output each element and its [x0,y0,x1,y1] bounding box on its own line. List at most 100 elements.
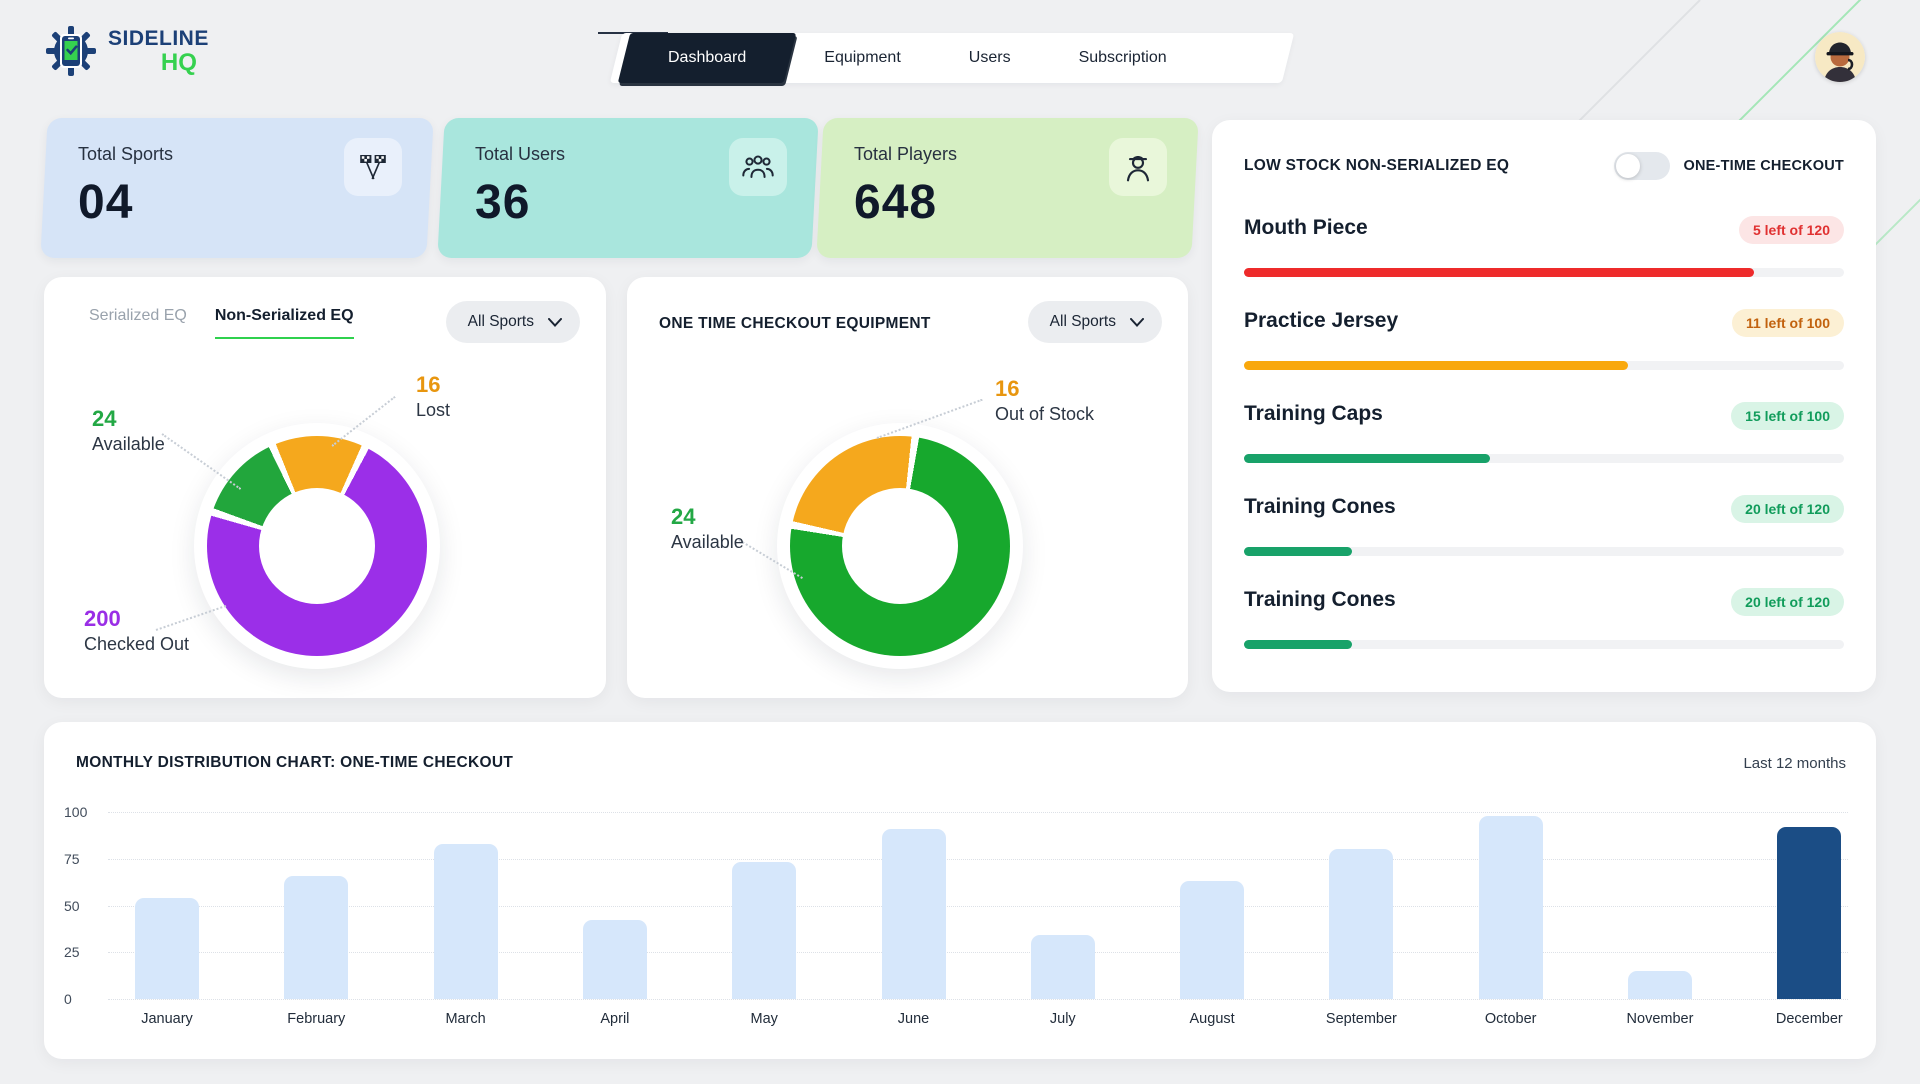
stat-card-total-users: Total Users 36 [437,118,818,258]
brand-wordmark: SIDELINE HQ [108,28,209,75]
donut-label-checked-out: 200 Checked Out [84,605,189,655]
brand-top-text: SIDELINE [108,28,209,49]
nav-tab-label: Equipment [824,49,901,67]
stock-progress-fill [1244,454,1490,463]
bar-august [1180,881,1244,999]
monthly-distribution-panel: MONTHLY DISTRIBUTION CHART: ONE-TIME CHE… [44,722,1876,1059]
low-stock-list: Mouth Piece 5 left of 120 Practice Jerse… [1244,216,1844,681]
eq-sport-filter-dropdown[interactable]: All Sports [446,301,580,343]
bar-september [1329,849,1393,999]
gridline-50 [108,906,1848,907]
nav-tab-users[interactable]: Users [935,33,1045,83]
monthly-bar-chart: 0255075100JanuaryFebruaryMarchAprilMayJu… [44,722,1876,1059]
stat-card-total-sports: Total Sports 04 [40,118,433,258]
stock-item-badge: 20 left of 120 [1731,495,1844,523]
x-axis-label-june: June [844,1011,984,1027]
stock-progress-fill [1244,640,1352,649]
otc-sport-filter-dropdown[interactable]: All Sports [1028,301,1162,343]
toggle-knob [1616,154,1640,178]
donut-caption: Available [671,531,744,554]
donut-hole [842,488,958,604]
donut-value: 24 [92,405,165,433]
bar-february [284,876,348,999]
donut-value: 16 [995,375,1094,403]
donut-value: 200 [84,605,189,633]
bar-june [882,829,946,999]
nav-tab-subscription[interactable]: Subscription [1045,33,1201,83]
x-axis-label-march: March [396,1011,536,1027]
x-axis-label-december: December [1739,1011,1879,1027]
stock-item-badge: 15 left of 100 [1731,402,1844,430]
stock-progress-track [1244,454,1844,463]
donut-label-available: 24 Available [92,405,165,455]
stock-progress-track [1244,640,1844,649]
tab-non-serialized-eq[interactable]: Non-Serialized EQ [215,307,354,339]
gridline-25 [108,952,1848,953]
donut-label-lost: 16 Lost [416,371,450,421]
donut-caption: Available [92,433,165,456]
low-stock-item: Practice Jersey 11 left of 100 [1244,309,1844,402]
stock-item-badge: 20 left of 120 [1731,588,1844,616]
user-avatar[interactable] [1815,32,1865,82]
bar-december [1777,827,1841,999]
y-axis-tick: 100 [64,804,104,820]
stat-card-total-players: Total Players 648 [816,118,1198,258]
main-nav: Dashboard Equipment Users Subscription [616,33,1288,83]
non-serialized-eq-panel: Serialized EQ Non-Serialized EQ All Spor… [44,277,606,698]
brand-bottom-text: HQ [108,51,209,75]
donut-caption: Out of Stock [995,403,1094,426]
gridline-0 [108,999,1848,1000]
x-axis-label-january: January [97,1011,237,1027]
low-stock-item: Training Caps 15 left of 100 [1244,402,1844,495]
app-logo: SIDELINE HQ [44,22,209,80]
stock-progress-track [1244,361,1844,370]
nav-tab-equipment[interactable]: Equipment [790,33,935,83]
one-time-checkout-toggle[interactable] [1614,152,1670,180]
one-time-checkout-panel: ONE TIME CHECKOUT EQUIPMENT All Sports 1… [627,277,1188,698]
x-axis-label-august: August [1142,1011,1282,1027]
otc-sport-filter-value: All Sports [1050,313,1116,331]
gridline-100 [108,812,1848,813]
y-axis-tick: 0 [64,991,104,1007]
low-stock-item: Training Cones 20 left of 120 [1244,588,1844,681]
donut-value: 24 [671,503,744,531]
eq-tabs: Serialized EQ Non-Serialized EQ [89,307,354,339]
tab-serialized-eq[interactable]: Serialized EQ [89,307,187,337]
checkered-flags-icon [344,138,402,196]
avatar-image [1815,32,1865,82]
stock-progress-fill [1244,361,1628,370]
bar-may [732,862,796,999]
bar-march [434,844,498,999]
toggle-label: ONE-TIME CHECKOUT [1684,158,1844,174]
donut-hole [259,488,375,604]
donut-value: 16 [416,371,450,399]
nav-tab-label: Subscription [1079,49,1167,67]
player-icon [1109,138,1167,196]
donut-label-available: 24 Available [671,503,744,553]
y-axis-tick: 75 [64,851,104,867]
low-stock-item: Training Cones 20 left of 120 [1244,495,1844,588]
stock-progress-track [1244,547,1844,556]
x-axis-label-may: May [694,1011,834,1027]
donut-caption: Checked Out [84,633,189,656]
gridline-75 [108,859,1848,860]
x-axis-label-july: July [993,1011,1133,1027]
otc-panel-title: ONE TIME CHECKOUT EQUIPMENT [659,315,931,333]
chevron-down-icon [1130,318,1144,327]
x-axis-label-september: September [1291,1011,1431,1027]
eq-sport-filter-value: All Sports [468,313,534,331]
stock-progress-fill [1244,268,1754,277]
donut-label-out-of-stock: 16 Out of Stock [995,375,1094,425]
stock-item-badge: 11 left of 100 [1732,309,1844,337]
nav-tab-dashboard[interactable]: Dashboard [618,33,797,83]
bar-july [1031,935,1095,999]
nav-tab-label: Dashboard [668,49,746,67]
stock-progress-track [1244,268,1844,277]
y-axis-tick: 25 [64,944,104,960]
x-axis-label-october: October [1441,1011,1581,1027]
chevron-down-icon [548,318,562,327]
bar-january [135,898,199,999]
bar-october [1479,816,1543,999]
gear-logo-icon [44,22,98,80]
x-axis-label-november: November [1590,1011,1730,1027]
